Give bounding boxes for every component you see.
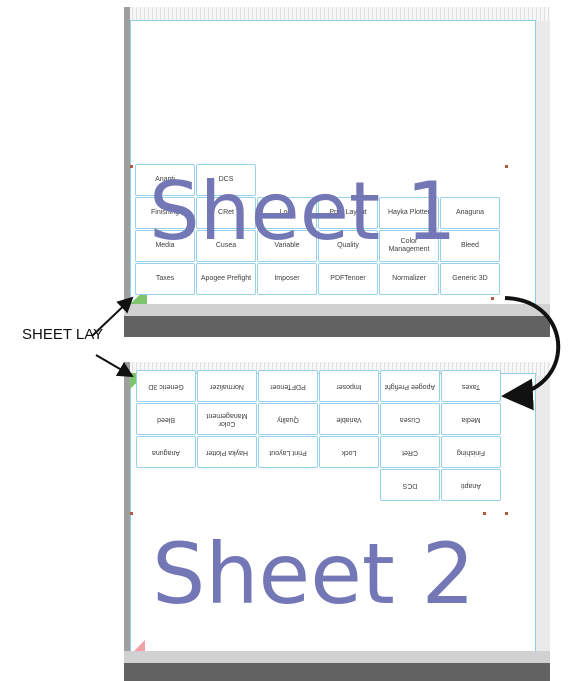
tile: Print Layout [318, 197, 378, 229]
tile: Generic 3D [440, 263, 500, 295]
empty-tile [258, 469, 318, 501]
plate-dark-bar [124, 316, 550, 337]
tile: Media [441, 403, 501, 435]
sheet-lay-caption: SHEET LAY [22, 326, 104, 343]
plate-light-bar [124, 651, 550, 663]
sheet-2-tile-grid: Anapti DCS Finishing CRet Lock Print Lay… [136, 370, 501, 501]
tile: Lock [319, 436, 379, 468]
tile: Quality [318, 230, 378, 262]
tile: Anaguna [136, 436, 196, 468]
empty-tile [440, 164, 500, 196]
tile: Finishing [441, 436, 501, 468]
tile: DCS [196, 164, 256, 196]
tile: Quality [258, 403, 318, 435]
tile: PDFTenoer [258, 370, 318, 402]
tile: Hayka Plotter [197, 436, 257, 468]
tile: Normalizer [379, 263, 439, 295]
sheet-1-plate: Anapti DCS Finishing CRet Lock Print Lay… [124, 7, 550, 337]
sheet-lay-diagram: Anapti DCS Finishing CRet Lock Print Lay… [0, 0, 569, 681]
tile: Cusea [196, 230, 256, 262]
tile: Generic 3D [136, 370, 196, 402]
registration-mark [505, 512, 508, 515]
registration-mark [483, 512, 486, 515]
tile: Normalizer [197, 370, 257, 402]
tile: Taxes [135, 263, 195, 295]
tile: CRet [380, 436, 440, 468]
tile: Imposer [257, 263, 317, 295]
registration-mark [130, 165, 133, 168]
tile: Variable [257, 230, 317, 262]
tile: Variable [319, 403, 379, 435]
tile: Media [135, 230, 195, 262]
empty-tile [136, 469, 196, 501]
registration-mark [491, 297, 494, 300]
tile: Anaguna [440, 197, 500, 229]
tile: Apogee Prefight [196, 263, 256, 295]
empty-tile [197, 469, 257, 501]
empty-tile [257, 164, 317, 196]
tile: CRet [196, 197, 256, 229]
tile: Lock [257, 197, 317, 229]
registration-mark [505, 165, 508, 168]
tile: Taxes [441, 370, 501, 402]
empty-tile [318, 164, 378, 196]
sheet-1-tile-grid: Anapti DCS Finishing CRet Lock Print Lay… [135, 164, 500, 295]
registration-mark [130, 512, 133, 515]
tile: Imposer [319, 370, 379, 402]
tile: PDFTenoer [318, 263, 378, 295]
tile: Bleed [136, 403, 196, 435]
empty-tile [319, 469, 379, 501]
tile: Apogee Prefight [380, 370, 440, 402]
plate-light-bar [124, 304, 550, 316]
tile: Anapti [135, 164, 195, 196]
tile: Bleed [440, 230, 500, 262]
empty-tile [379, 164, 439, 196]
tile: Finishing [135, 197, 195, 229]
plate-dark-bar [124, 663, 550, 681]
tile: Hayka Plotter [379, 197, 439, 229]
tile: DCS [380, 469, 440, 501]
tile: Anapti [441, 469, 501, 501]
tile: Print Layout [258, 436, 318, 468]
tile: Color Management [197, 403, 257, 435]
tile: Cusea [380, 403, 440, 435]
tile: Color Management [379, 230, 439, 262]
sheet-2-plate: Anapti DCS Finishing CRet Lock Print Lay… [124, 362, 550, 681]
